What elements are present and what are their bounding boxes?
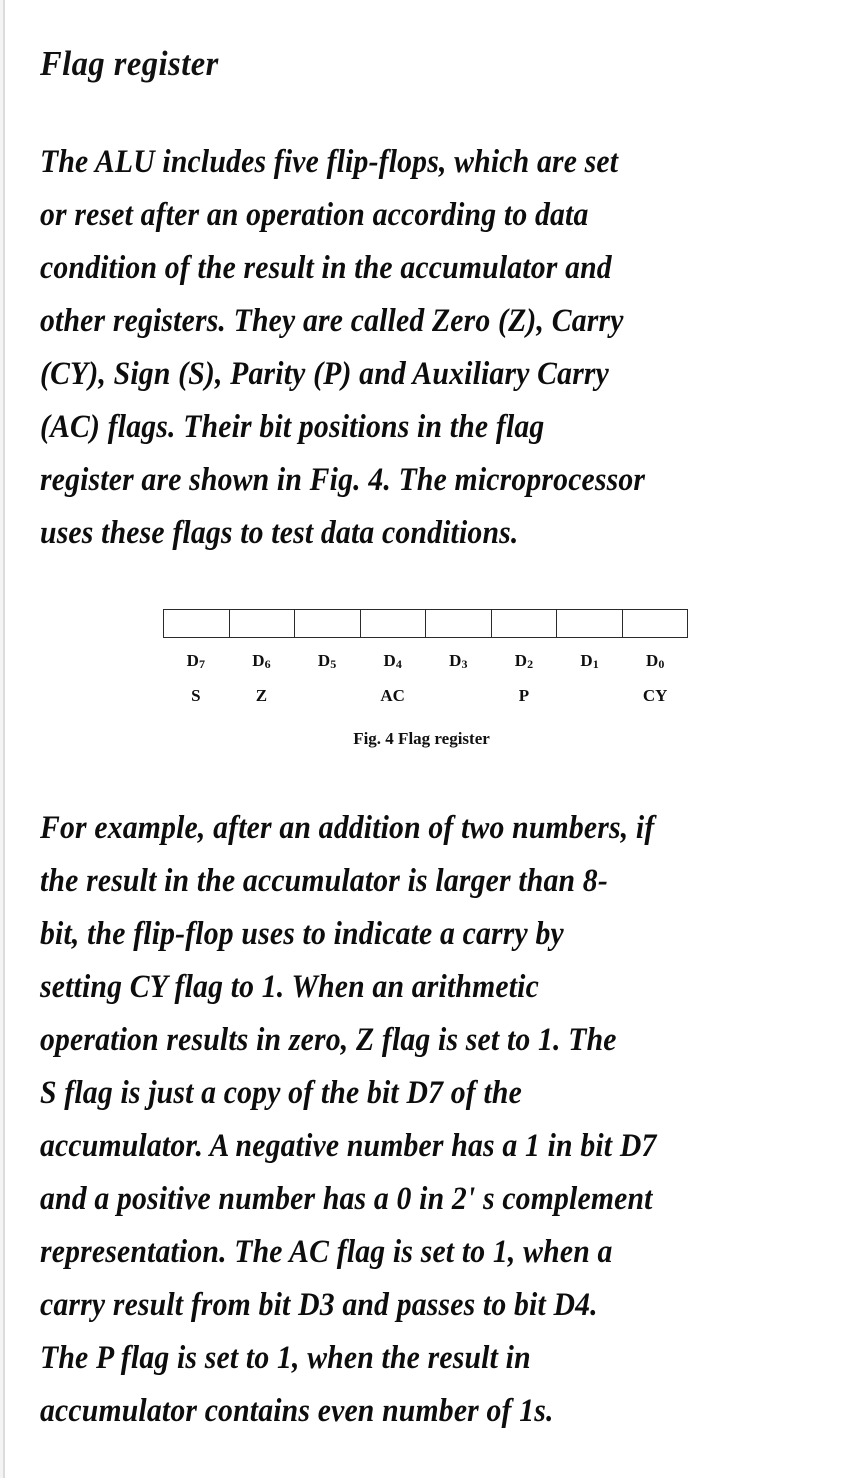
flag-label-zero: Z: [255, 686, 268, 705]
flag-name-labels: S Z AC P CY: [163, 686, 688, 706]
paragraph-line: accumulator. A negative number has a 1 i…: [40, 1128, 657, 1164]
bit-label-subscript: 7: [198, 657, 205, 671]
paragraph-line: setting CY flag to 1. When an arithmetic: [40, 969, 539, 1005]
bit-label-subscript: 4: [395, 657, 402, 671]
flag-label-empty: [557, 686, 623, 706]
paragraph-line: (CY), Sign (S), Parity (P) and Auxiliary…: [40, 356, 610, 392]
paragraph-line: and a positive number has a 0 in 2' s co…: [40, 1181, 653, 1217]
bit-label: D5: [294, 651, 360, 671]
paragraph-line: S flag is just a copy of the bit D7 of t…: [40, 1075, 522, 1111]
bit-label: D4: [360, 651, 426, 671]
register-cell: [623, 610, 688, 637]
flag-register-box: [163, 609, 688, 638]
bit-label-base: D: [186, 651, 199, 670]
paragraph-line: carry result from bit D3 and passes to b…: [40, 1287, 598, 1323]
document-page: Flag register The ALU includes five flip…: [0, 0, 843, 1478]
paragraph-line: condition of the result in the accumulat…: [40, 250, 612, 286]
flag-label-empty: [294, 686, 360, 706]
figure-caption: Fig. 4 Flag register: [353, 729, 490, 748]
bit-label-subscript: 5: [330, 657, 337, 671]
paragraph-line: operation results in zero, Z flag is set…: [40, 1022, 617, 1058]
bit-label-subscript: 2: [527, 657, 534, 671]
paragraph-line: The P flag is set to 1, when the result …: [40, 1340, 531, 1376]
register-cell: [361, 610, 426, 637]
paragraph-line: For example, after an addition of two nu…: [40, 810, 655, 846]
flag-label-sign: S: [191, 686, 201, 705]
paragraph-line: bit, the flip-flop uses to indicate a ca…: [40, 916, 564, 952]
bit-label-base: D: [646, 651, 659, 670]
register-cell: [426, 610, 492, 637]
register-cell: [164, 610, 230, 637]
paragraph-line: The ALU includes five flip-flops, which …: [40, 144, 619, 180]
bit-label-subscript: 3: [461, 657, 468, 671]
bit-label: D1: [557, 651, 623, 671]
bit-label-base: D: [317, 651, 331, 670]
bit-label-base: D: [514, 651, 528, 670]
paragraph-line: the result in the accumulator is larger …: [40, 863, 608, 899]
paragraph-line: or reset after an operation according to…: [40, 197, 589, 233]
bit-label: D0: [622, 651, 688, 671]
paragraph-line: representation. The AC flag is set to 1,…: [40, 1234, 613, 1270]
register-cell: [557, 610, 623, 637]
bit-label-base: D: [580, 651, 593, 670]
bit-label-subscript: 6: [264, 657, 271, 671]
bit-label: D3: [426, 651, 492, 671]
bit-position-labels: D7 D6 D5 D4 D3 D2 D1 D0: [163, 651, 688, 671]
bit-label-base: D: [252, 651, 265, 670]
bit-label: D7: [163, 651, 229, 671]
register-cell: [492, 610, 557, 637]
paragraph-line: register are shown in Fig. 4. The microp…: [40, 462, 646, 498]
flag-label-aux-carry: AC: [380, 686, 405, 705]
flag-label-carry: CY: [642, 686, 668, 705]
flag-label-empty: [426, 686, 492, 706]
page-title: Flag register: [40, 44, 219, 83]
bit-label-subscript: 1: [592, 657, 599, 671]
bit-label-base: D: [449, 651, 462, 670]
bit-label-base: D: [383, 651, 396, 670]
paragraph-intro: The ALU includes five flip-flops, which …: [40, 136, 830, 560]
paragraph-line: (AC) flags. Their bit positions in the f…: [40, 409, 545, 445]
bit-label: D6: [229, 651, 295, 671]
flag-label-parity: P: [518, 686, 530, 705]
bit-label: D2: [491, 651, 557, 671]
paragraph-line: uses these flags to test data conditions…: [40, 515, 519, 551]
bit-label-subscript: 0: [658, 657, 665, 671]
paragraph-line: other registers. They are called Zero (Z…: [40, 303, 624, 339]
register-cell: [295, 610, 361, 637]
paragraph-example: For example, after an addition of two nu…: [40, 802, 830, 1438]
register-cell: [230, 610, 295, 637]
paragraph-line: accumulator contains even number of 1s.: [40, 1393, 554, 1429]
